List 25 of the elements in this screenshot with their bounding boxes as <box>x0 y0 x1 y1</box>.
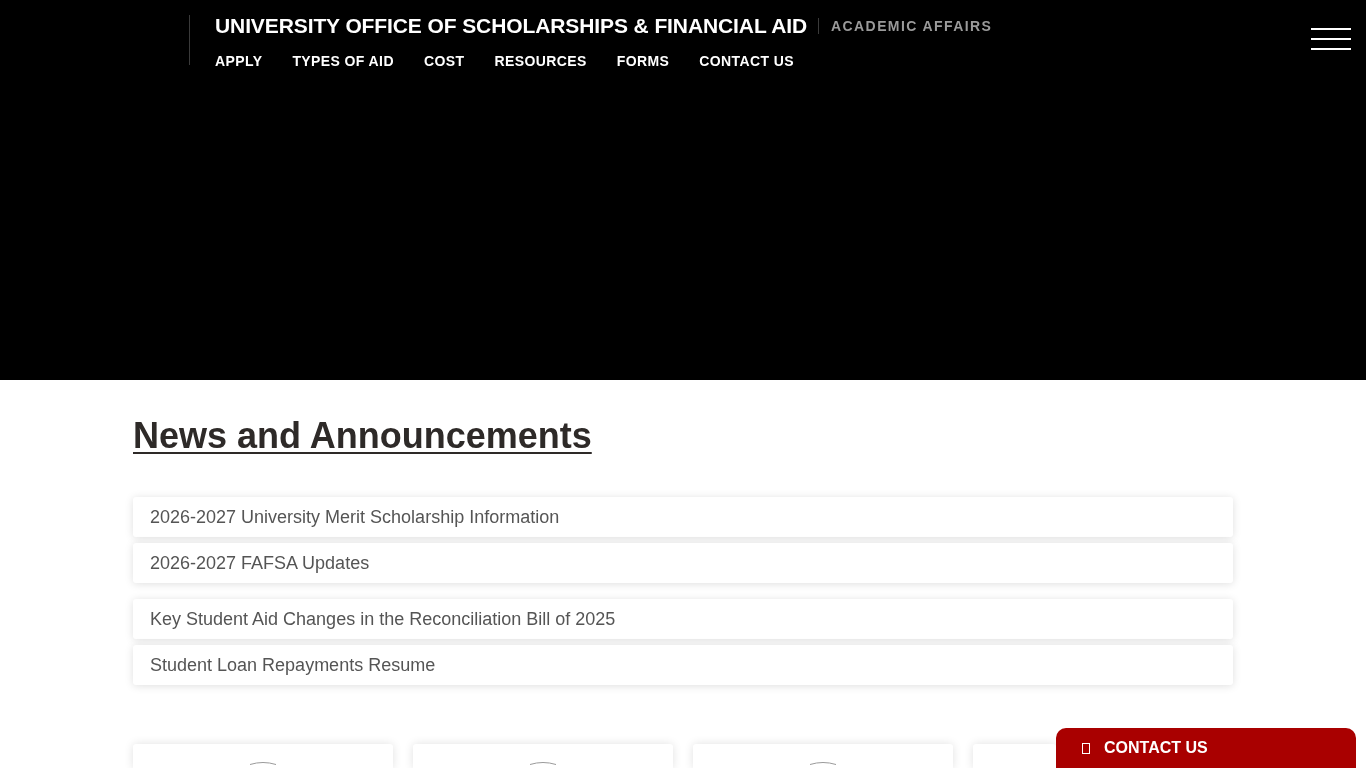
glyph-box-icon <box>1082 742 1090 754</box>
arc-icon <box>809 761 837 765</box>
news-item[interactable]: 2026-2027 University Merit Scholarship Information <box>133 497 1233 537</box>
nav-link[interactable]: FORMS <box>616 53 670 70</box>
news-item[interactable]: 2026-2027 FAFSA Updates <box>133 543 1233 583</box>
parent-unit-link[interactable]: ACADEMIC AFFAIRS <box>831 15 993 37</box>
nav-link[interactable]: RESOURCES <box>494 53 587 70</box>
nav-link[interactable]: CONTACT US <box>699 53 794 70</box>
feature-card[interactable] <box>413 744 673 768</box>
nav-link[interactable]: TYPES OF AID <box>292 53 394 70</box>
contact-us-button[interactable]: CONTACT US <box>1056 728 1356 768</box>
news-item[interactable]: Student Loan Repayments Resume <box>133 645 1233 685</box>
section-heading: News and Announcements <box>133 414 592 458</box>
nav-link[interactable]: COST <box>423 53 465 70</box>
site-title[interactable]: UNIVERSITY OFFICE OF SCHOLARSHIPS & FINANCIAL AID <box>215 15 808 37</box>
feature-card[interactable] <box>133 744 393 768</box>
feature-card[interactable] <box>693 744 953 768</box>
feature-card[interactable] <box>973 744 1056 768</box>
arc-icon <box>529 761 557 765</box>
nav-link[interactable]: APPLY <box>215 53 263 70</box>
menu-icon <box>1311 28 1351 52</box>
news-item[interactable]: Key Student Aid Changes in the Reconciliation Bill of 2025 <box>133 599 1233 639</box>
menu-button[interactable] <box>1311 28 1351 52</box>
arc-icon <box>249 761 277 765</box>
contact-us-label: CONTACT US <box>1104 738 1208 758</box>
